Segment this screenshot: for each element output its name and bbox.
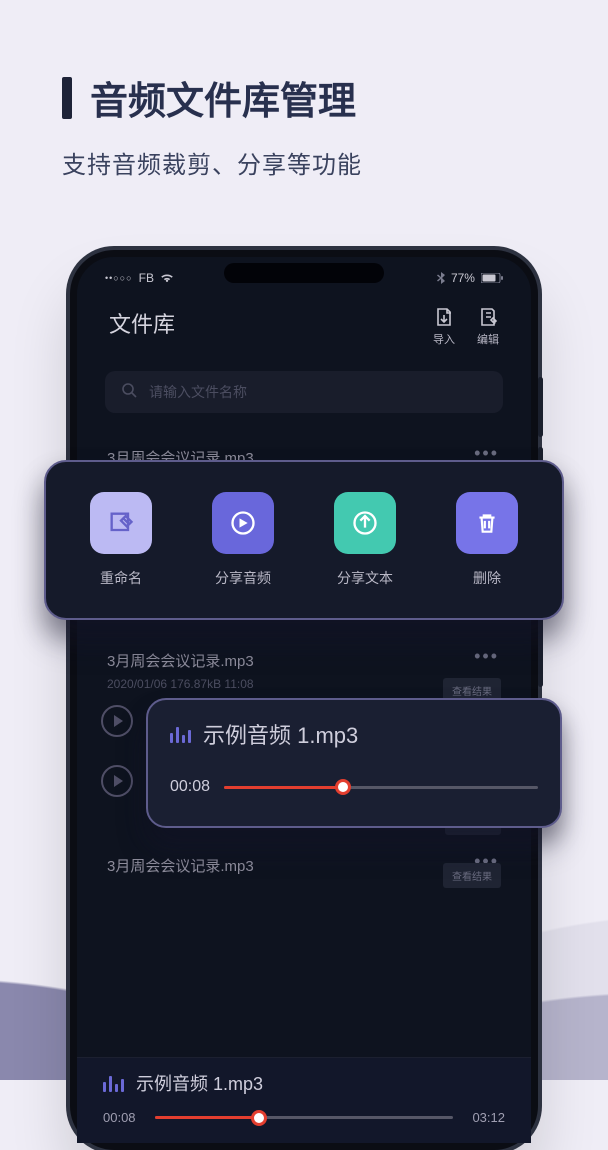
battery-percent: 77% [451,271,475,285]
phone-side-button [538,377,543,437]
search-field[interactable] [105,371,503,413]
progress-thumb[interactable] [251,1110,267,1126]
share-audio-label: 分享音频 [215,568,271,588]
item-title: 3月周会会议记录.mp3 [107,650,501,671]
share-text-label: 分享文本 [337,568,393,588]
share-audio-icon [229,509,257,537]
list-item[interactable]: 3月周会会议记录.mp3 ••• 查看结果 [107,837,501,890]
item-meta: 2020/01/06 176.87kB 11:08 [107,677,501,691]
page-subtitle: 支持音频裁剪、分享等功能 [62,145,568,180]
list-item[interactable]: 3月周会会议记录.mp3 2020/01/06 176.87kB 11:08 •… [107,632,501,705]
wifi-icon [160,273,174,283]
page-header: 音频文件库管理 支持音频裁剪、分享等功能 [62,70,568,180]
play-icon[interactable] [101,765,133,797]
bluetooth-icon [437,272,445,284]
rename-label: 重命名 [100,568,142,588]
player-popover: 示例音频 1.mp3 00:08 [146,698,562,828]
status-time: 1:20 PM [283,271,328,285]
delete-button[interactable]: 删除 [456,492,518,588]
rename-button[interactable]: 重命名 [90,492,152,588]
more-icon[interactable]: ••• [474,646,499,667]
edit-icon [478,307,498,327]
play-icon[interactable] [101,705,133,737]
signal-dots: ••○○○ [105,273,133,283]
trash-icon [474,510,500,536]
import-icon [434,307,454,327]
page-title: 音频文件库管理 [90,70,356,125]
item-title: 3月周会会议记录.mp3 [107,855,501,876]
app-header: 文件库 导入 编辑 [77,293,531,353]
status-bar: ••○○○ FB 1:20 PM 77% [77,257,531,293]
player-track[interactable] [224,786,538,789]
delete-label: 删除 [473,568,501,588]
duration-time: 03:12 [465,1110,505,1125]
search-input[interactable] [149,384,487,400]
player-title: 示例音频 1.mp3 [203,718,358,750]
share-audio-button[interactable]: 分享音频 [212,492,274,588]
now-playing-bar[interactable]: 示例音频 1.mp3 00:08 03:12 [77,1057,531,1143]
share-text-button[interactable]: 分享文本 [334,492,396,588]
share-text-icon [351,509,379,537]
equalizer-icon [103,1074,124,1092]
action-sheet: 重命名 分享音频 分享文本 删除 [44,460,564,620]
rename-icon [107,509,135,537]
edit-button[interactable]: 编辑 [477,307,499,347]
now-playing-title: 示例音频 1.mp3 [136,1070,263,1096]
player-thumb[interactable] [335,779,351,795]
import-button[interactable]: 导入 [433,307,455,347]
edit-label: 编辑 [477,331,499,347]
elapsed-time: 00:08 [103,1110,143,1125]
result-badge[interactable]: 查看结果 [443,863,501,888]
progress-track[interactable] [155,1116,453,1119]
import-label: 导入 [433,331,455,347]
carrier-label: FB [139,271,154,285]
equalizer-icon [170,725,191,743]
screen-title: 文件库 [109,307,175,339]
search-icon [121,382,137,403]
battery-icon [481,273,503,283]
title-accent-bar [62,77,72,119]
player-elapsed: 00:08 [170,778,210,796]
